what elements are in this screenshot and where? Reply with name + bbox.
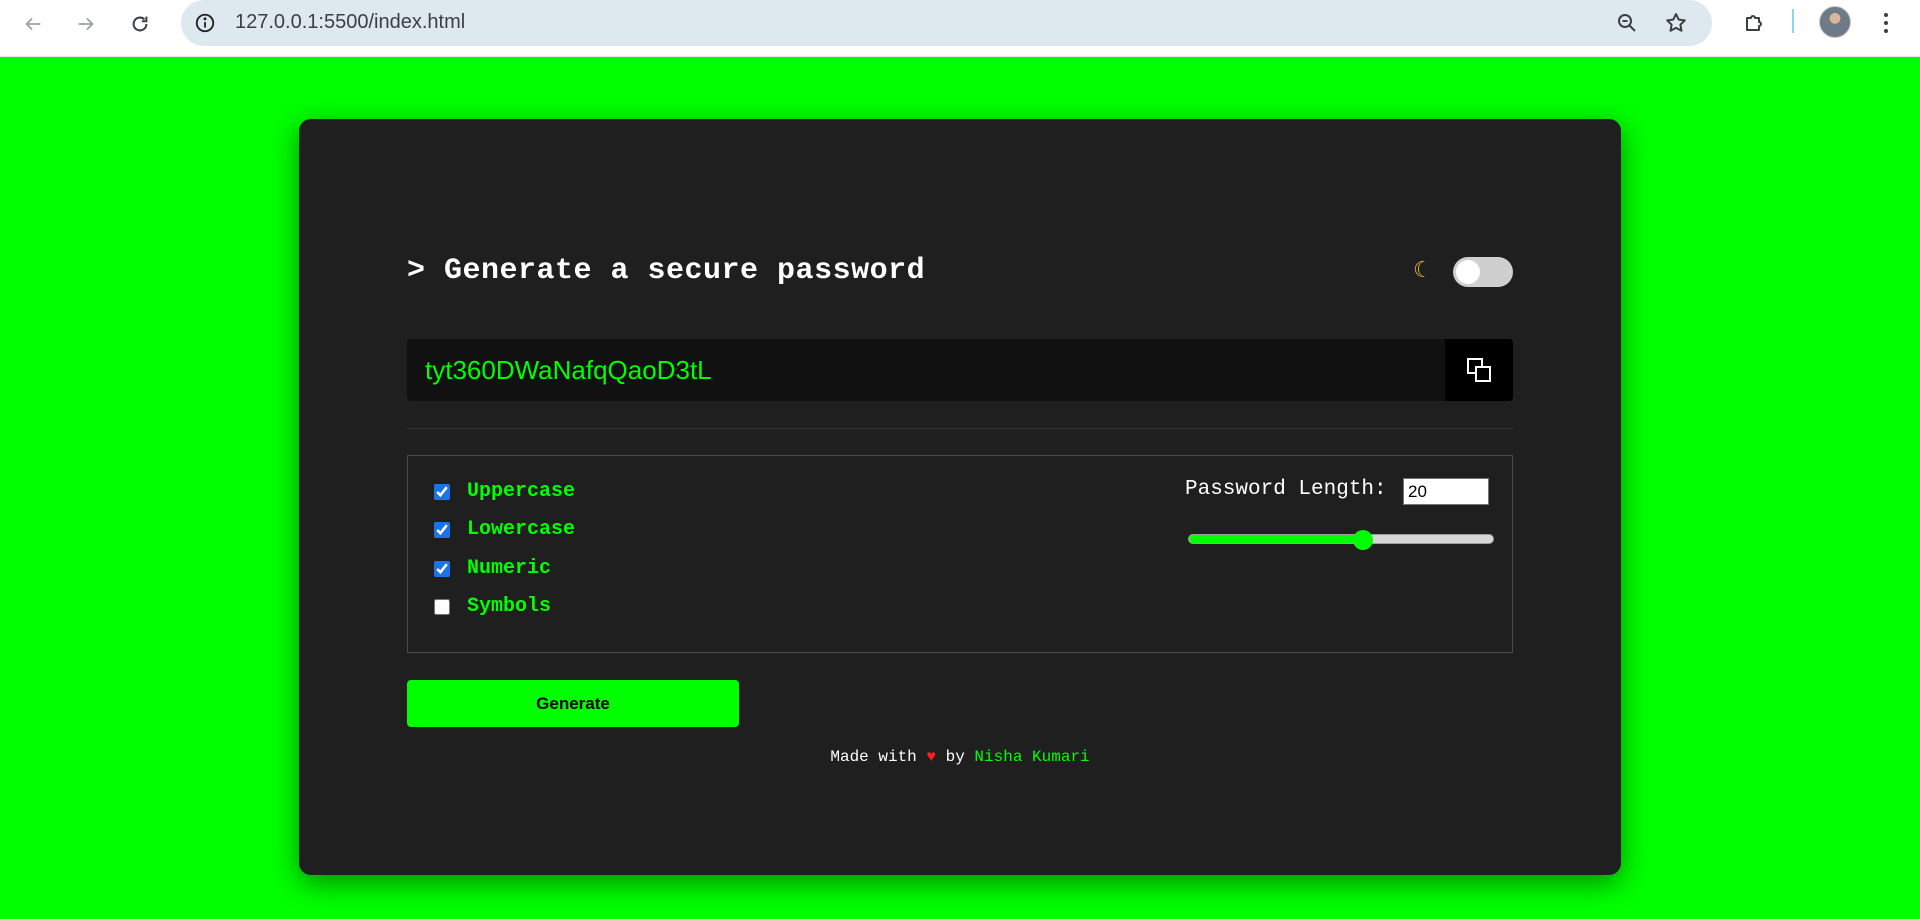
- symbols-checkbox[interactable]: [434, 598, 450, 615]
- password-length-input[interactable]: [1403, 478, 1489, 505]
- forward-arrow-icon[interactable]: [68, 6, 104, 42]
- browser-toolbar: 127.0.0.1:5500/index.html: [0, 0, 1920, 57]
- password-text[interactable]: tyt360DWaNafqQaoD3tL: [425, 355, 712, 386]
- author-link[interactable]: Nisha Kumari: [974, 748, 1089, 766]
- toggle-knob: [1456, 260, 1480, 284]
- footer-by: by: [945, 748, 965, 766]
- password-length-label: Password Length:: [1185, 478, 1387, 501]
- back-arrow-icon[interactable]: [15, 6, 51, 42]
- reload-icon[interactable]: [122, 6, 158, 42]
- option-label: Lowercase: [467, 518, 576, 541]
- password-generator-card: > Generate a secure password ☾ tyt360DWa…: [299, 119, 1621, 875]
- divider: [407, 428, 1513, 429]
- site-info-icon[interactable]: [192, 10, 218, 36]
- profile-avatar[interactable]: [1819, 6, 1851, 38]
- options-panel: Uppercase Lowercase Numeric Symbols Pass…: [407, 455, 1513, 653]
- copy-button[interactable]: [1445, 339, 1513, 401]
- option-symbols: Symbols: [434, 595, 551, 618]
- more-menu-icon[interactable]: [1876, 6, 1896, 40]
- heart-icon: ♥: [926, 748, 936, 766]
- moon-icon: ☾: [1413, 257, 1433, 282]
- length-slider[interactable]: [1188, 534, 1494, 544]
- copy-icon: [1467, 358, 1491, 382]
- zoom-icon[interactable]: [1612, 8, 1642, 38]
- bookmark-star-icon[interactable]: [1661, 8, 1691, 38]
- option-uppercase: Uppercase: [434, 480, 575, 503]
- lowercase-checkbox[interactable]: [434, 521, 450, 538]
- slider-thumb[interactable]: [1352, 530, 1373, 550]
- generate-button[interactable]: Generate: [407, 680, 739, 727]
- footer-prefix: Made with: [830, 748, 917, 766]
- extensions-icon[interactable]: [1737, 6, 1771, 40]
- numeric-checkbox[interactable]: [434, 560, 450, 577]
- address-bar[interactable]: 127.0.0.1:5500/index.html: [181, 0, 1712, 46]
- footer: Made with ♥ by Nisha Kumari: [299, 748, 1621, 766]
- option-lowercase: Lowercase: [434, 518, 575, 541]
- slider-fill: [1189, 535, 1363, 543]
- uppercase-checkbox[interactable]: [434, 483, 450, 500]
- theme-toggle[interactable]: [1453, 257, 1513, 287]
- option-label: Symbols: [467, 595, 552, 618]
- option-label: Numeric: [467, 557, 552, 580]
- option-label: Uppercase: [467, 480, 576, 503]
- page-title: > Generate a secure password: [407, 254, 926, 288]
- password-display: tyt360DWaNafqQaoD3tL: [407, 339, 1513, 401]
- toolbar-separator: [1792, 9, 1794, 33]
- url-text[interactable]: 127.0.0.1:5500/index.html: [235, 11, 465, 34]
- option-numeric: Numeric: [434, 557, 551, 580]
